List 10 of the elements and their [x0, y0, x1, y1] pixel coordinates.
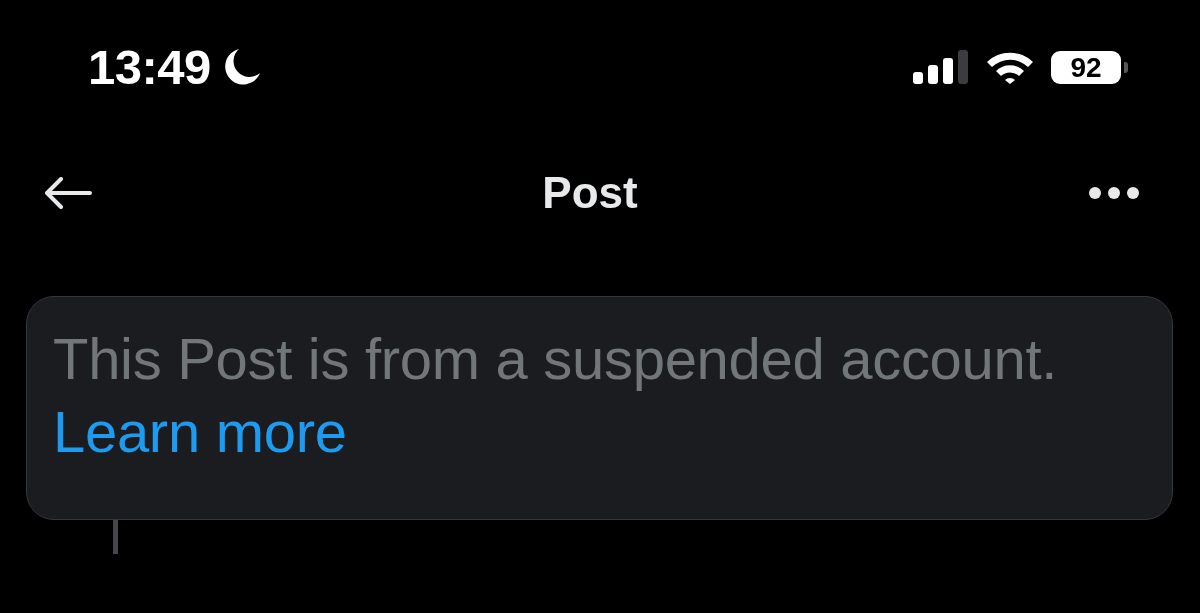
back-arrow-icon[interactable] [44, 177, 92, 209]
more-options-icon[interactable] [1088, 186, 1140, 200]
notice-text: This Post is from a suspended account. [53, 325, 1059, 393]
page-title: Post [542, 171, 638, 215]
status-time: 13:49 [88, 42, 211, 92]
battery-percentage: 92 [1051, 50, 1121, 84]
moon-icon [222, 48, 261, 86]
cellular-signal-icon [913, 50, 969, 84]
wifi-icon [985, 50, 1035, 84]
learn-more-link[interactable]: Learn more [53, 395, 347, 468]
